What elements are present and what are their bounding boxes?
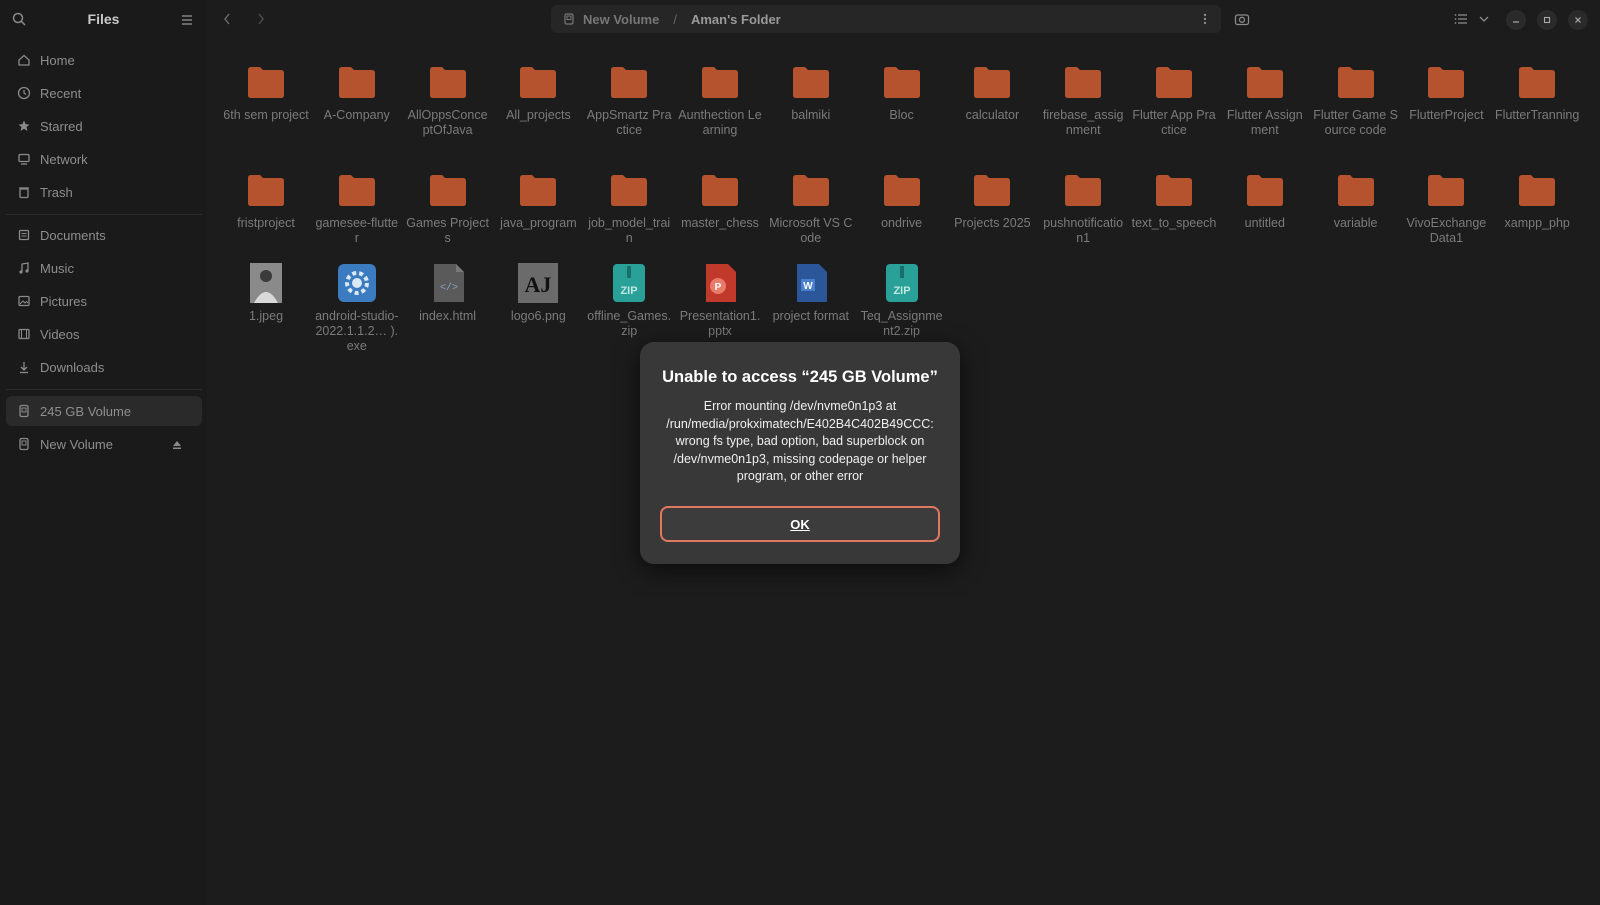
ok-button[interactable]: OK (660, 506, 940, 542)
error-dialog: Unable to access “245 GB Volume” Error m… (640, 342, 960, 564)
dialog-title: Unable to access “245 GB Volume” (662, 368, 938, 386)
dialog-message: Error mounting /dev/nvme0n1p3 at /run/me… (666, 399, 934, 483)
files-window: Files Home Recent Starred Network Trash (0, 0, 1600, 905)
